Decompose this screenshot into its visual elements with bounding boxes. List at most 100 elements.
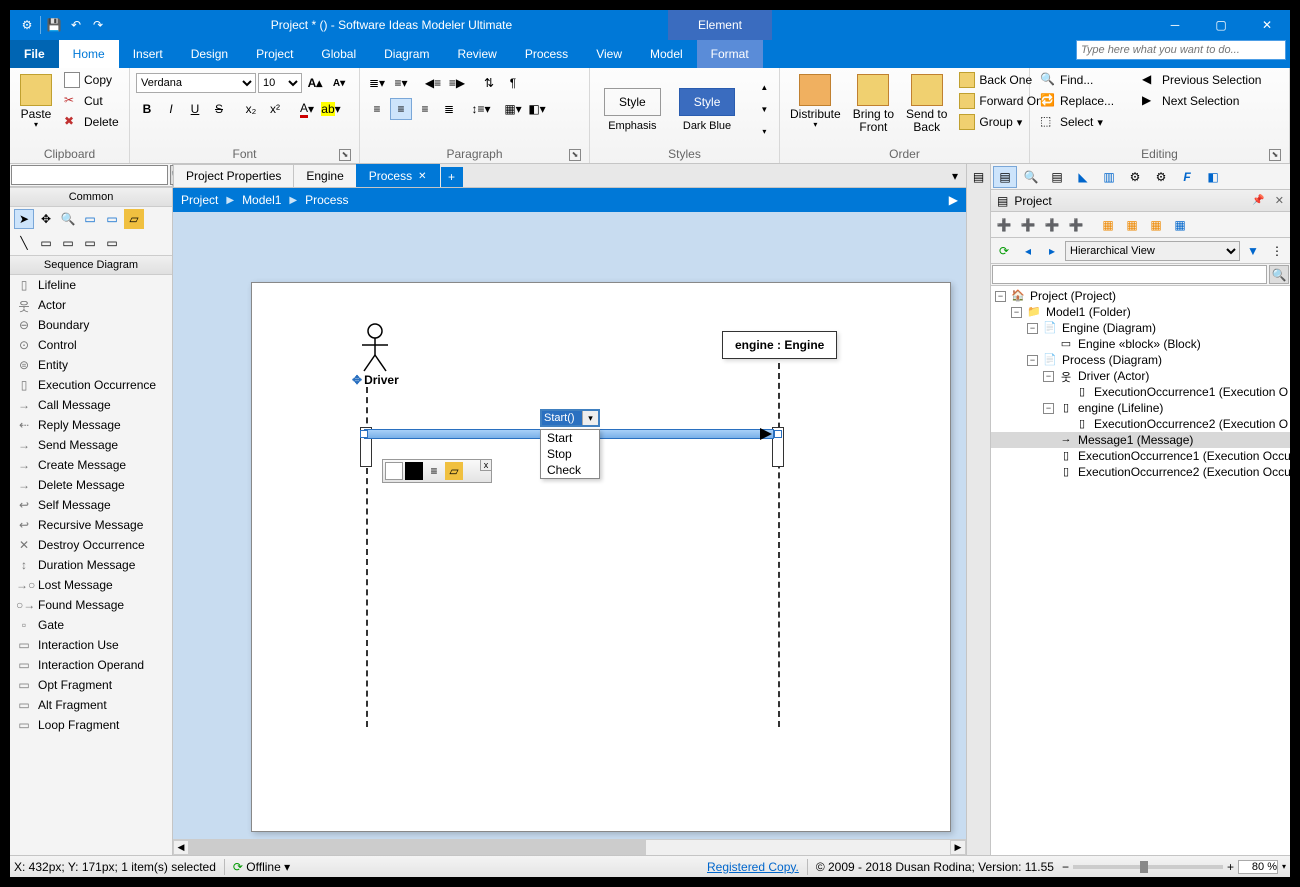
breadcrumb-process[interactable]: Process (305, 193, 348, 207)
tree-node[interactable]: →Message1 (Message) (991, 432, 1290, 448)
tab-global[interactable]: Global (307, 40, 370, 68)
ptool-5[interactable]: ▦ (1097, 214, 1119, 236)
font-launcher[interactable]: ⬊ (339, 149, 351, 161)
ptool-6[interactable]: ▦ (1121, 214, 1143, 236)
tool-move[interactable]: ✥ (36, 209, 56, 229)
replace-button[interactable]: 🔁Replace... (1036, 91, 1118, 111)
tell-me-search[interactable] (1076, 40, 1286, 60)
ctx-tool-4[interactable]: ▱ (445, 462, 463, 480)
breadcrumb-model[interactable]: Model1 (242, 193, 281, 207)
ptool-add-3[interactable]: ➕ (1041, 214, 1063, 236)
tool-folder[interactable]: ▱ (124, 209, 144, 229)
styles-scroll-up[interactable]: ▲ (753, 77, 775, 99)
project-search-input[interactable] (992, 265, 1267, 284)
toolbox-search-input[interactable] (11, 165, 168, 185)
ctx-tool-1[interactable] (385, 462, 403, 480)
tool-rect[interactable]: ▭ (36, 233, 56, 253)
delete-button[interactable]: ✖Delete (60, 112, 123, 132)
editing-launcher[interactable]: ⬊ (1269, 149, 1281, 161)
context-tab-element[interactable]: Element (668, 10, 772, 40)
tab-process[interactable]: Process (511, 40, 582, 68)
ptool-add-1[interactable]: ➕ (993, 214, 1015, 236)
breadcrumb-project[interactable]: Project (181, 193, 218, 207)
doctab-engine[interactable]: Engine (293, 164, 356, 187)
rtool-1[interactable]: ▤ (993, 166, 1017, 188)
ptool-add-2[interactable]: ➕ (1017, 214, 1039, 236)
toolbox-item-interaction-operand[interactable]: ▭Interaction Operand (10, 655, 172, 675)
toolbox-item-self-message[interactable]: ↩Self Message (10, 495, 172, 515)
ptool-collapse[interactable]: ◂ (1017, 240, 1039, 262)
ptool-add-4[interactable]: ➕ (1065, 214, 1087, 236)
toolbox-item-duration-message[interactable]: ↕Duration Message (10, 555, 172, 575)
toolbox-item-recursive-message[interactable]: ↩Recursive Message (10, 515, 172, 535)
rtool-6[interactable]: ⚙ (1123, 166, 1147, 188)
tree-node[interactable]: ▯ExecutionOccurrence1 (Execution Occu (991, 448, 1290, 464)
next-selection-button[interactable]: ▶Next Selection (1138, 91, 1265, 111)
ptool-refresh[interactable]: ⟳ (993, 240, 1015, 262)
zoom-value-input[interactable] (1238, 860, 1278, 874)
view-mode-select[interactable]: Hierarchical View (1065, 241, 1240, 261)
tab-insert[interactable]: Insert (119, 40, 177, 68)
toolbox-item-actor[interactable]: 웃Actor (10, 295, 172, 315)
strike-icon[interactable]: S (208, 98, 230, 120)
qat-redo-icon[interactable]: ↷ (89, 16, 107, 34)
toolbox-item-lost-message[interactable]: →○Lost Message (10, 575, 172, 595)
tree-node[interactable]: −🏠Project (Project) (991, 288, 1290, 304)
tab-overflow-icon[interactable]: ▾ (944, 165, 966, 187)
send-back-button[interactable]: Send to Back (902, 70, 951, 138)
highlight-icon[interactable]: ab▾ (320, 98, 342, 120)
tool-rect2[interactable]: ▭ (58, 233, 78, 253)
tree-node[interactable]: ▭Engine «block» (Block) (991, 336, 1290, 352)
tree-node[interactable]: ▯ExecutionOccurrence2 (Execution O (991, 416, 1290, 432)
toolbox-item-found-message[interactable]: ○→Found Message (10, 595, 172, 615)
breadcrumb-more-icon[interactable]: ▶ (949, 193, 958, 207)
bullets-icon[interactable]: ≣▾ (366, 72, 388, 94)
qat-undo-icon[interactable]: ↶ (67, 16, 85, 34)
ctx-tool-2[interactable] (405, 462, 423, 480)
zoom-slider[interactable] (1073, 865, 1223, 869)
close-button[interactable]: ✕ (1244, 10, 1290, 40)
copy-button[interactable]: Copy (60, 70, 123, 90)
tool-container[interactable]: ▭ (80, 209, 100, 229)
tab-review[interactable]: Review (443, 40, 510, 68)
tab-format[interactable]: Format (697, 40, 763, 68)
ctx-tool-3[interactable]: ≡ (425, 462, 443, 480)
align-center-icon[interactable]: ≡ (390, 98, 412, 120)
add-tab-button[interactable]: + (441, 167, 463, 187)
toolbox-item-delete-message[interactable]: →Delete Message (10, 475, 172, 495)
zoom-in-icon[interactable]: + (1227, 860, 1234, 874)
italic-icon[interactable]: I (160, 98, 182, 120)
status-registered[interactable]: Registered Copy. (707, 860, 799, 874)
tree-node[interactable]: ▯ExecutionOccurrence2 (Execution Occu (991, 464, 1290, 480)
distribute-button[interactable]: Distribute▾ (786, 70, 845, 134)
ctx-toolbar-close[interactable]: x (480, 459, 492, 471)
message-name-dropdown-icon[interactable]: ▾ (582, 411, 598, 425)
font-family-select[interactable]: Verdana (136, 73, 256, 93)
message-name-input[interactable] (542, 411, 582, 425)
toolbox-item-destroy-occurrence[interactable]: ✕Destroy Occurrence (10, 535, 172, 555)
status-offline[interactable]: ⟳ Offline ▾ (233, 860, 290, 874)
toolbox-item-call-message[interactable]: →Call Message (10, 395, 172, 415)
toolbox-section-common[interactable]: Common (10, 187, 172, 207)
pin-icon[interactable]: 📌 (1252, 195, 1264, 206)
close-tab-icon[interactable]: ✕ (418, 171, 426, 182)
indent-icon[interactable]: ≡▶ (446, 72, 468, 94)
style-emphasis-button[interactable]: Style (604, 88, 661, 116)
tree-node[interactable]: −📄Process (Diagram) (991, 352, 1290, 368)
maximize-button[interactable]: ▢ (1198, 10, 1244, 40)
toolbox-item-lifeline[interactable]: ▯Lifeline (10, 275, 172, 295)
toolbox-item-entity[interactable]: ⊜Entity (10, 355, 172, 375)
align-right-icon[interactable]: ≡ (414, 98, 436, 120)
rtool-3[interactable]: ▤ (1045, 166, 1069, 188)
rtool-2[interactable]: 🔍 (1019, 166, 1043, 188)
toolbox-item-send-message[interactable]: →Send Message (10, 435, 172, 455)
horizontal-scrollbar[interactable]: ◀▶ (173, 839, 966, 855)
tool-rect4[interactable]: ▭ (102, 233, 122, 253)
message-handle-start[interactable] (360, 430, 368, 438)
tool-pointer[interactable]: ➤ (14, 209, 34, 229)
prev-selection-button[interactable]: ◀Previous Selection (1138, 70, 1265, 90)
toolbox-item-boundary[interactable]: ⊖Boundary (10, 315, 172, 335)
tab-project[interactable]: Project (242, 40, 307, 68)
zoom-out-icon[interactable]: − (1062, 860, 1069, 874)
toolbox-item-create-message[interactable]: →Create Message (10, 455, 172, 475)
